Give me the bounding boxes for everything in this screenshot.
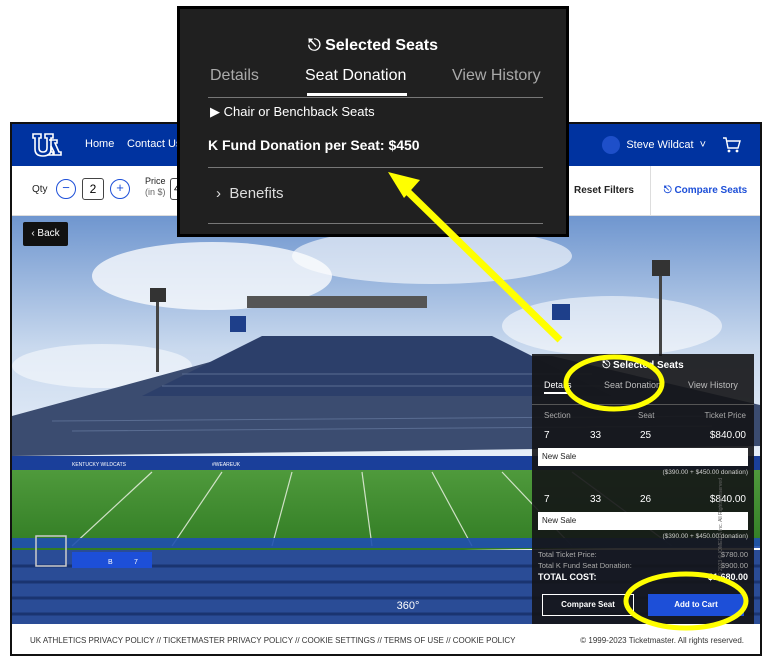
zoom-title-text: Selected Seats (325, 37, 439, 54)
seat-icon: ⎋ (307, 37, 326, 54)
row-section: 7 (544, 430, 550, 441)
panel-title-text: Selected Seats (613, 360, 684, 371)
col-section: Section (544, 411, 571, 420)
price-breakdown-note: ($390.00 + $450.00 donation) (662, 533, 748, 540)
compare-seats-label: Compare Seats (674, 185, 748, 196)
back-button-label: ‹ Back (31, 228, 60, 239)
total-donation-label: Total K Fund Seat Donation: (538, 561, 632, 570)
divider (208, 167, 543, 168)
total-ticket-price: Total Ticket Price: $780.00 (538, 550, 748, 559)
user-menu[interactable]: Steve Wildcat ˅ (602, 136, 706, 154)
footer-links[interactable]: UK ATHLETICS PRIVACY POLICY // TICKETMAS… (30, 636, 515, 645)
total-donation: Total K Fund Seat Donation: $900.00 (538, 561, 748, 570)
price-unit-text: (in $) (145, 187, 166, 197)
total-cost-label: TOTAL COST: (538, 572, 597, 582)
seat-icon: ⎋ (663, 185, 675, 196)
row-seat: 26 (640, 494, 652, 505)
zoom-tab-view-history[interactable]: View History (452, 67, 541, 85)
banner-text: KENTUCKY WILDCATS (72, 462, 127, 468)
total-donation-value: $900.00 (720, 561, 748, 570)
row-section: 7 (544, 494, 550, 505)
price-filter-label: Price (in $) (145, 176, 166, 198)
total-ticket-label: Total Ticket Price: (538, 550, 597, 559)
divider (208, 97, 543, 98)
footer-copyright: © 1999-2023 Ticketmaster. All rights res… (580, 636, 744, 645)
zoom-tab-seat-donation[interactable]: Seat Donation (305, 67, 406, 85)
zoom-title: ⎋ Selected Seats (180, 37, 566, 55)
sale-type-select[interactable]: New Sale (538, 512, 748, 530)
nav-home-link[interactable]: Home (85, 138, 114, 150)
uk-logo-icon[interactable] (30, 130, 64, 160)
row-seat: 25 (640, 430, 652, 441)
total-ticket-value: $780.00 (720, 550, 748, 559)
total-cost: TOTAL COST: $1,680.00 (538, 572, 748, 582)
screenshot-root: Home Contact Us Steve Wildcat ˅ Qty − 2 … (0, 0, 765, 656)
banner-hashtag: #WEAREUK (212, 462, 241, 468)
section-sign-7: 7 (134, 559, 138, 566)
qty-decrease-button[interactable]: − (56, 179, 76, 199)
col-ticket-price: Ticket Price (704, 411, 747, 420)
tab-details[interactable]: Details (544, 380, 572, 394)
row-price: $840.00 (709, 494, 746, 505)
tab-seat-donation[interactable]: Seat Donation (604, 380, 661, 390)
active-tab-underline (307, 93, 407, 96)
tab-view-history[interactable]: View History (688, 380, 738, 390)
add-to-cart-button[interactable]: Add to Cart (648, 594, 744, 616)
price-label-text: Price (145, 176, 166, 186)
seat-icon: ⎋ (602, 360, 614, 371)
chair-label: Chair or Benchback Seats (223, 104, 375, 119)
row-price: $840.00 (709, 430, 746, 441)
360-label: 360° (396, 600, 420, 612)
user-name: Steve Wildcat (626, 139, 694, 151)
footer: UK ATHLETICS PRIVACY POLICY // TICKETMAS… (12, 624, 760, 654)
360-view-icon[interactable]: 360° (389, 600, 427, 616)
avatar (602, 136, 621, 154)
play-box-icon: ▶︎ (210, 104, 224, 119)
back-button[interactable]: ‹ Back (23, 222, 68, 246)
qty-input[interactable]: 2 (82, 178, 104, 200)
row-row: 33 (590, 494, 602, 505)
cart-icon[interactable] (722, 136, 742, 154)
chair-seat-toggle[interactable]: ▶︎ Chair or Benchback Seats (210, 104, 375, 120)
reset-filters-button[interactable]: Reset Filters (574, 185, 634, 196)
chevron-down-icon: ˅ (699, 139, 706, 151)
nav-contact-link[interactable]: Contact Us (127, 138, 181, 150)
press-box (247, 296, 427, 308)
compare-seats-button[interactable]: ⎋ Compare Seats (650, 166, 760, 215)
panel-title: ⎋ Selected Seats (532, 360, 754, 371)
zoom-tab-details[interactable]: Details (210, 67, 259, 85)
benefits-label: Benefits (229, 185, 284, 202)
divider (208, 223, 543, 224)
sale-type-select[interactable]: New Sale (538, 448, 748, 466)
col-seat: Seat (638, 411, 655, 420)
qty-label: Qty (32, 184, 48, 195)
zoom-callout: ⎋ Selected Seats Details Seat Donation V… (177, 6, 569, 237)
compare-seat-button[interactable]: Compare Seat (542, 594, 634, 616)
price-breakdown-note: ($390.00 + $450.00 donation) (662, 469, 748, 476)
k-fund-donation: K Fund Donation per Seat: $450 (208, 137, 420, 153)
copyright-vertical: © 2023 © IOMEDIA Inc. All Rights Reserve… (718, 478, 725, 576)
benefits-expander[interactable]: › Benefits (216, 185, 284, 202)
section-sign-b: B (108, 559, 113, 566)
seat-table-header: Section Seat Ticket Price (532, 404, 754, 424)
row-row: 33 (590, 430, 602, 441)
total-cost-value: $1,680.00 (707, 572, 748, 582)
chevron-right-icon: › (216, 185, 230, 202)
qty-increase-button[interactable]: + (110, 179, 130, 199)
selected-seats-panel: ⎋ Selected Seats Details Seat Donation V… (532, 354, 754, 624)
